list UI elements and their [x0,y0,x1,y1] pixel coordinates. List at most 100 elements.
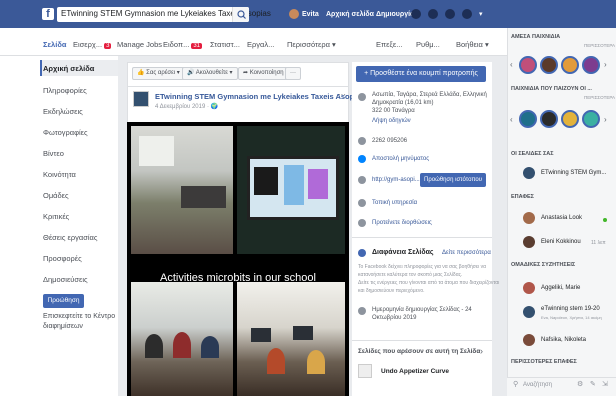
group-name[interactable]: eTwinning stem 19-20 [541,306,600,312]
tab-page[interactable]: Σελίδα [43,40,66,49]
photo-student [307,350,325,374]
user-name-link[interactable]: Evita [302,11,319,18]
chat-search-input[interactable]: Αναζήτηση [523,382,552,388]
ads-center-link-line2[interactable]: διαφημίσεων [43,323,83,330]
search-icon: ⚲ [513,381,519,388]
nav-item-posts[interactable]: Δημοσιεύσεις [43,275,88,284]
chevron-left-icon[interactable]: ‹ [510,60,513,69]
nav-item-jobs[interactable]: Θέσεις εργασίας [43,233,97,242]
nav-item-events[interactable]: Εκδηλώσεις [43,107,83,116]
tab-more[interactable]: Περισσότερα ▾ [287,40,336,49]
expand-icon[interactable]: ⇲ [602,380,608,388]
add-button-cta[interactable]: + Προσθέστε ένα κουμπί προτροπής [356,66,486,82]
instant-games-more-link[interactable]: ΠΕΡΙΣΣΟΤΕΡΑ [584,43,615,48]
tab-tools[interactable]: Εργαλ... [247,40,274,49]
chevron-right-icon[interactable]: › [480,346,483,356]
chevron-right-icon[interactable]: › [604,60,607,69]
contact-name[interactable]: Eleni Kokkinou [541,239,581,245]
nav-item-home[interactable]: Αρχική σελίδα [43,64,94,73]
new-message-icon[interactable]: ✎ [590,380,596,388]
games-friends-more-link[interactable]: ΠΕΡΙΣΣΟΤΕΡΑ [584,95,615,100]
help-icon[interactable] [462,9,472,19]
user-avatar[interactable] [289,9,299,19]
website-link[interactable]: http://gym-asopi... [372,177,420,183]
game-thumbnail[interactable] [561,56,579,74]
nav-item-photos[interactable]: Φωτογραφίες [43,128,88,137]
group-name[interactable]: Aggeliki, Marie [541,285,580,291]
like-page-button[interactable]: 👍 Σας αρέσει ▾ [132,67,185,80]
contact-last-active: 11 λεπ [591,240,606,246]
contact-avatar[interactable] [523,236,535,248]
gear-icon[interactable]: ⚙ [577,380,583,388]
post-date[interactable]: 4 Δεκεμβρίου 2019 · 🌍 [155,103,218,110]
notifications-icon[interactable] [445,9,455,19]
friend-requests-icon[interactable] [411,9,421,19]
transparency-text-2: κατανοήσετε καλύτερα τον σκοπό μιας Σελί… [358,272,463,278]
contact-name[interactable]: Anastasia Look [541,215,582,221]
more-contacts-header: ΠΕΡΙΣΣΟΤΕΡΕΣ ΕΠΑΦΕΣ [511,359,577,365]
game-thumbnail[interactable] [582,56,600,74]
nav-item-groups[interactable]: Ομάδες [43,191,69,200]
promote-button[interactable]: Προώθηση [43,294,84,308]
divider [127,86,349,87]
more-actions-button[interactable]: ··· [285,67,301,80]
game-thumbnail[interactable] [582,110,600,128]
transparency-more-link[interactable]: Δείτε περισσότερα [442,250,491,256]
liked-page-avatar[interactable] [358,364,372,378]
tab-inbox[interactable]: Εισερχ... 3 [73,40,112,49]
post-author[interactable]: ETwinning STEM Gymnasion me Lykeiakes Ta… [155,92,365,101]
category-icon [358,199,366,207]
page-avatar[interactable] [133,91,149,107]
chevron-left-icon[interactable]: ‹ [510,115,513,124]
nav-item-reviews[interactable]: Κριτικές [43,212,69,221]
photo-code-blocks [284,165,304,205]
directions-link[interactable]: Λήψη οδηγιών [372,118,411,124]
game-thumbnail[interactable] [519,56,537,74]
messenger-icon [358,155,366,163]
phone-icon [358,137,366,145]
category-link[interactable]: Τοπική υπηρεσία [372,200,417,206]
nav-item-videos[interactable]: Βίντεο [43,149,64,158]
tab-settings[interactable]: Ρυθμ... [416,40,440,49]
send-message-link[interactable]: Αποστολή μηνύματος [372,156,429,162]
nav-item-community[interactable]: Κοινότητα [43,170,76,179]
page-avatar[interactable] [523,167,535,179]
post-photo-collage[interactable] [127,122,349,396]
messenger-icon[interactable] [428,9,438,19]
ads-center-link-line1[interactable]: Επισκεφτείτε το Κέντρο [43,313,115,320]
chevron-right-icon[interactable]: › [604,115,607,124]
promote-website-button[interactable]: Προώθηση ιστότοπου [420,173,486,187]
chat-page-item[interactable]: ETwinning STEM Gym... [541,170,606,176]
tab-notifications[interactable]: Ειδοπ... 31 [163,40,203,49]
tab-manage-jobs[interactable]: Manage Jobs [117,40,162,49]
account-menu-chevron-icon[interactable]: ▾ [479,10,483,18]
follow-button[interactable]: 🔊 Ακολουθείτε ▾ [182,67,238,80]
photo-code-blocks-2 [308,169,328,199]
nav-item-about[interactable]: Πληροφορίες [43,86,87,95]
facebook-logo[interactable]: f [42,8,54,20]
group-avatar[interactable] [523,306,535,318]
liked-page-name[interactable]: Undo Appetizer Curve [381,368,449,375]
home-link[interactable]: Αρχική σελίδα [326,11,374,18]
tab-help[interactable]: Βοήθεια ▾ [456,40,489,49]
notifications-badge: 31 [191,43,203,49]
nav-item-offers[interactable]: Προσφορές [43,254,82,263]
group-avatar[interactable] [523,334,535,346]
game-thumbnail[interactable] [540,110,558,128]
game-thumbnail[interactable] [561,110,579,128]
group-name[interactable]: Nafsika, Nikoleta [541,337,586,343]
group-avatar[interactable] [523,282,535,294]
tab-insights[interactable]: Στατιστ... [210,40,240,49]
post-options-button[interactable]: ··· [338,90,346,99]
game-thumbnail[interactable] [540,56,558,74]
share-button[interactable]: ➦ Κοινοποίηση [238,67,289,80]
game-thumbnail[interactable] [519,110,537,128]
create-link[interactable]: Δημιουργία [376,11,414,18]
games-friends-header: ΠΑΙΧΝΙΔΙΑ ΠΟΥ ΠΑΙΖΟΥΝ ΟΙ ... [511,86,592,92]
tab-edit[interactable]: Επεξε... [376,40,402,49]
photo-monitor [293,326,313,340]
created-date-line-2: Οκτωβρίου 2019 [372,315,417,321]
contact-avatar[interactable] [523,212,535,224]
suggest-edits-link[interactable]: Προτείνετε διορθώσεις [372,220,432,226]
search-button[interactable] [232,7,249,22]
